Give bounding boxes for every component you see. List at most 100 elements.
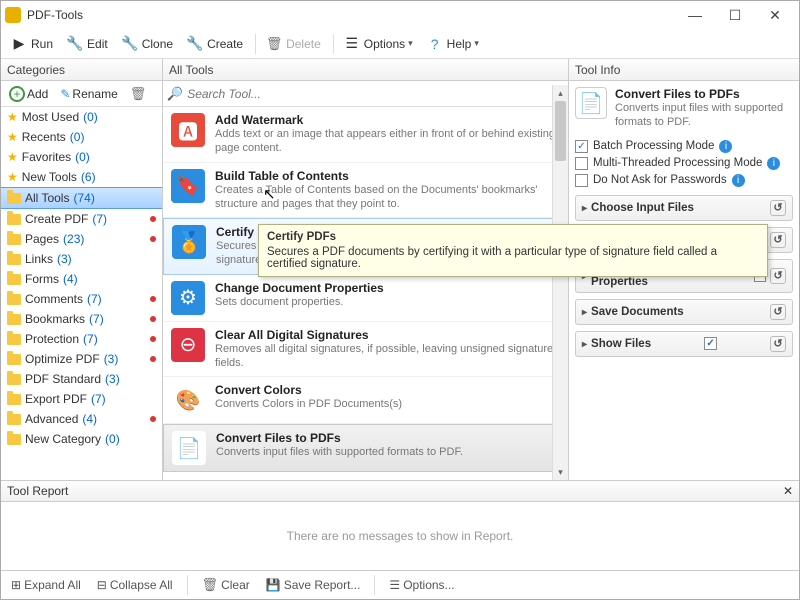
noask-row[interactable]: Do Not Ask for Passwordsi — [575, 172, 793, 189]
category-item[interactable]: ★Most Used (0) — [1, 107, 162, 127]
delete-button[interactable]: Delete — [260, 34, 327, 54]
collapse-all-button[interactable]: ⊟Collapse All — [91, 576, 179, 594]
close-button[interactable]: ✕ — [755, 7, 795, 24]
scroll-down[interactable]: ▾ — [553, 464, 568, 480]
category-item[interactable]: Create PDF (7) — [1, 209, 162, 229]
folder-icon — [7, 234, 21, 245]
category-label: Favorites — [22, 150, 71, 164]
report-empty-message: There are no messages to show in Report. — [1, 502, 799, 570]
step-item[interactable]: Show Files✓↺ — [575, 331, 793, 357]
tool-icon: 🅰 — [171, 113, 205, 147]
tooltip-title: Certify PDFs — [267, 231, 759, 243]
folder-icon — [7, 434, 21, 445]
category-label: Pages — [25, 232, 59, 246]
category-item[interactable]: Protection (7) — [1, 329, 162, 349]
multi-thread-row[interactable]: Multi-Threaded Processing Mode i — [575, 155, 793, 172]
add-category-button[interactable]: +Add — [5, 85, 52, 103]
folder-icon — [7, 354, 21, 365]
clone-button[interactable]: 🔧Clone — [116, 34, 179, 54]
category-item[interactable]: Pages (23) — [1, 229, 162, 249]
reset-button[interactable]: ↺ — [770, 232, 786, 248]
tools-list[interactable]: 🅰Add WatermarkAdds text or an image that… — [163, 107, 568, 480]
category-label: Most Used — [22, 110, 79, 124]
scroll-thumb[interactable] — [555, 101, 566, 161]
create-icon: 🔧 — [187, 36, 203, 52]
search-input[interactable] — [187, 87, 555, 101]
category-count: (0) — [105, 432, 120, 446]
category-item[interactable]: ★Recents (0) — [1, 127, 162, 147]
clear-button[interactable]: Clear — [196, 575, 256, 595]
categories-header: Categories — [1, 59, 162, 81]
options-dropdown[interactable]: ☰Options — [338, 34, 419, 54]
info-icon[interactable]: i — [719, 140, 732, 153]
tool-title: Add Watermark — [215, 113, 558, 127]
folder-icon — [7, 274, 21, 285]
help-dropdown[interactable]: ?Help — [421, 34, 485, 54]
footer-options-button[interactable]: ☰Options... — [383, 576, 460, 594]
scroll-up[interactable]: ▴ — [553, 85, 568, 101]
category-item[interactable]: Optimize PDF (3) — [1, 349, 162, 369]
category-item[interactable]: ★New Tools (6) — [1, 167, 162, 187]
category-label: Advanced — [25, 412, 78, 426]
multi-label: Multi-Threaded Processing Mode — [593, 157, 762, 169]
tool-item[interactable]: ⚙Change Document PropertiesSets document… — [163, 275, 568, 322]
expand-all-button[interactable]: ⊞Expand All — [5, 576, 87, 594]
checkbox-icon — [575, 174, 588, 187]
tool-title: Convert Files to PDFs — [216, 431, 557, 445]
category-item[interactable]: Comments (7) — [1, 289, 162, 309]
category-item[interactable]: All Tools (74) — [1, 187, 162, 209]
category-label: Create PDF — [25, 212, 88, 226]
edit-button[interactable]: 🔧Edit — [61, 34, 114, 54]
step-item[interactable]: Save Documents↺ — [575, 299, 793, 325]
minimize-button[interactable]: — — [675, 7, 715, 23]
rename-category-button[interactable]: ✎Rename — [56, 86, 121, 102]
save-report-button[interactable]: 💾Save Report... — [260, 576, 367, 594]
tool-desc: Removes all digital signatures, if possi… — [215, 342, 558, 371]
tool-item[interactable]: 🅰Add WatermarkAdds text or an image that… — [163, 107, 568, 163]
add-icon: + — [9, 86, 25, 102]
tool-item[interactable]: 🎨Convert ColorsConverts Colors in PDF Do… — [163, 377, 568, 424]
run-button[interactable]: ▶Run — [5, 34, 59, 54]
create-button[interactable]: 🔧 Create — [181, 34, 249, 54]
tool-item[interactable]: ⊖Clear All Digital SignaturesRemoves all… — [163, 322, 568, 378]
reset-button[interactable]: ↺ — [770, 200, 786, 216]
reset-button[interactable]: ↺ — [770, 268, 786, 284]
categories-list[interactable]: ★ Most Used (0) ★Recents (0)★Favorites (0)… — [1, 107, 162, 480]
tool-item[interactable]: 📄Convert Files to PDFsConverts input fil… — [163, 424, 568, 472]
tooltip: Certify PDFs Secures a PDF documents by … — [258, 224, 768, 277]
reset-button[interactable]: ↺ — [770, 336, 786, 352]
tooltip-text: Secures a PDF documents by certifying it… — [267, 246, 759, 270]
folder-icon — [7, 334, 21, 345]
category-count: (7) — [91, 392, 106, 406]
maximize-button[interactable]: ☐ — [715, 7, 755, 24]
reset-button[interactable]: ↺ — [770, 304, 786, 320]
category-item[interactable]: ★Favorites (0) — [1, 147, 162, 167]
step-label: Choose Input Files — [591, 202, 694, 214]
category-item[interactable]: Advanced (4) — [1, 409, 162, 429]
delete-category-button[interactable] — [126, 85, 151, 103]
tool-item[interactable]: 🔖Build Table of ContentsCreates a Table … — [163, 163, 568, 219]
category-item[interactable]: Export PDF (7) — [1, 389, 162, 409]
category-item[interactable]: Bookmarks (7) — [1, 309, 162, 329]
category-item[interactable]: PDF Standard (3) — [1, 369, 162, 389]
info-icon[interactable]: i — [732, 174, 745, 187]
category-count: (6) — [81, 170, 96, 184]
category-item[interactable]: New Category (0) — [1, 429, 162, 449]
create-label: Create — [207, 37, 243, 51]
tool-icon: 📄 — [172, 431, 206, 465]
step-item[interactable]: Choose Input Files ↺ — [575, 195, 793, 221]
tools-header: All Tools — [163, 59, 568, 81]
close-report-button[interactable]: ✕ — [783, 484, 793, 498]
category-label: Forms — [25, 272, 59, 286]
main-area: Categories +Add ✎Rename ★ Most Used (0) ★R… — [1, 59, 799, 481]
batch-mode-row[interactable]: ✓Batch Processing Modei — [575, 138, 793, 155]
scrollbar[interactable]: ▴ ▾ — [552, 85, 568, 480]
trash-icon — [130, 86, 147, 102]
star-icon: ★ — [7, 110, 18, 124]
delete-label: Delete — [286, 37, 321, 51]
category-item[interactable]: Forms (4) — [1, 269, 162, 289]
tool-title: Convert Colors — [215, 383, 558, 397]
info-icon[interactable]: i — [767, 157, 780, 170]
category-item[interactable]: Links (3) — [1, 249, 162, 269]
category-label: New Tools — [22, 170, 77, 184]
